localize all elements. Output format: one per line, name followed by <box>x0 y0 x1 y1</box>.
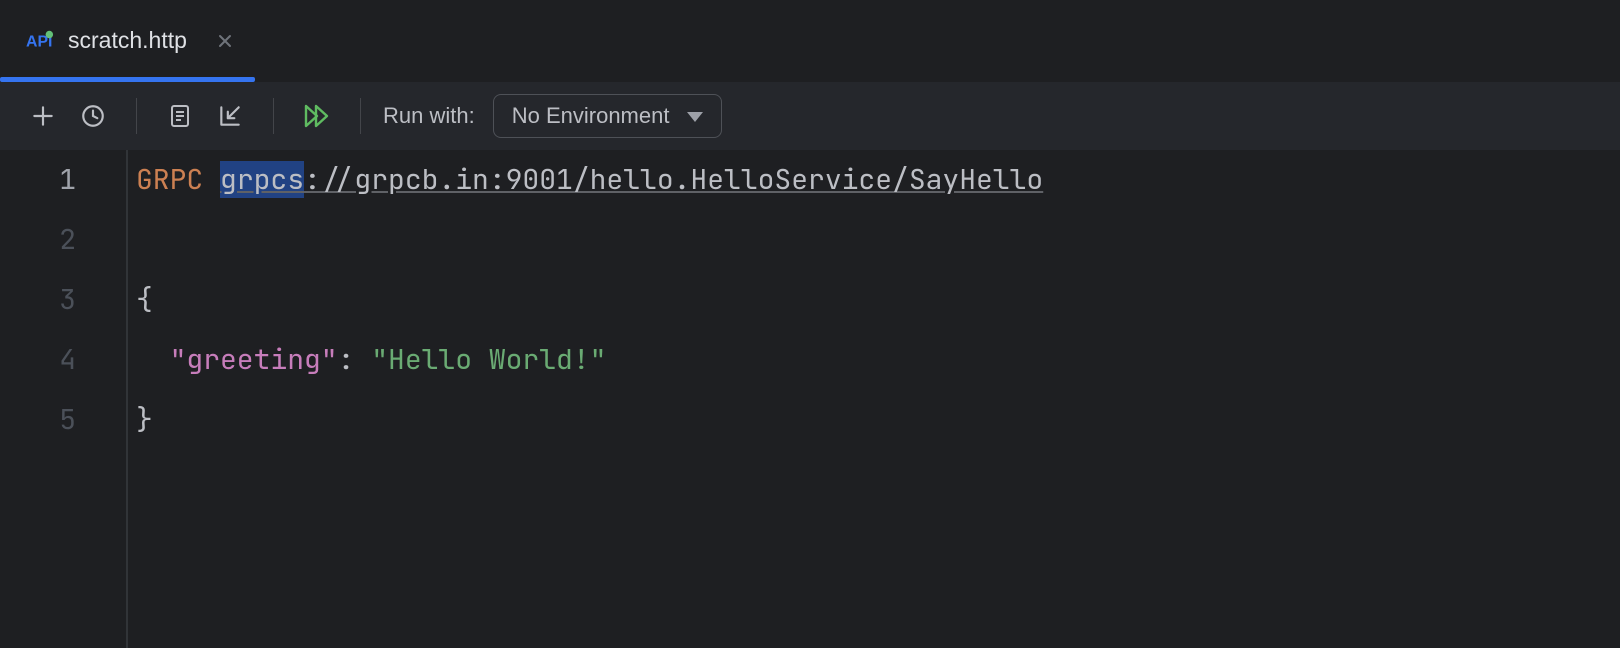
line-number: 2 <box>0 210 76 270</box>
toolbar-separator <box>273 98 274 134</box>
code-line[interactable]: } <box>136 390 1620 450</box>
line-number: 3 <box>0 270 76 330</box>
toolbar-separator <box>136 98 137 134</box>
line-number-gutter: 1 2 3 4 5 <box>0 150 128 648</box>
api-icon: API <box>26 30 54 52</box>
toolbar-separator <box>360 98 361 134</box>
environment-value: No Environment <box>512 103 670 129</box>
url-scheme-selection: grpcs <box>220 161 304 198</box>
run-with-label: Run with: <box>383 103 475 129</box>
editor-toolbar: Run with: No Environment <box>0 82 1620 150</box>
close-icon[interactable] <box>215 31 235 51</box>
line-number: 4 <box>0 330 76 390</box>
examples-button[interactable] <box>157 93 203 139</box>
json-key: "greeting" <box>170 341 338 378</box>
request-url: grpcs://grpcb.in:9001/hello.HelloService… <box>220 161 1043 198</box>
file-tab[interactable]: API scratch.http <box>0 0 255 81</box>
json-close-brace: } <box>136 401 153 438</box>
json-open-brace: { <box>136 281 153 318</box>
tab-filename: scratch.http <box>68 27 187 54</box>
request-method: GRPC <box>136 161 203 198</box>
url-rest: ://grpcb.in:9001/hello.HelloService/SayH… <box>304 161 1043 198</box>
chevron-down-icon <box>687 103 703 129</box>
run-all-button[interactable] <box>294 93 340 139</box>
code-line[interactable] <box>136 210 1620 270</box>
line-number: 5 <box>0 390 76 450</box>
code-editor[interactable]: 1 2 3 4 5 GRPC grpcs://grpcb.in:9001/hel… <box>0 150 1620 648</box>
code-line[interactable]: { <box>136 270 1620 330</box>
json-value: "Hello World!" <box>371 341 606 378</box>
tab-bar: API scratch.http <box>0 0 1620 82</box>
history-button[interactable] <box>70 93 116 139</box>
environment-dropdown[interactable]: No Environment <box>493 94 723 138</box>
import-button[interactable] <box>207 93 253 139</box>
code-area[interactable]: GRPC grpcs://grpcb.in:9001/hello.HelloSe… <box>128 150 1620 648</box>
code-line[interactable]: GRPC grpcs://grpcb.in:9001/hello.HelloSe… <box>136 150 1620 210</box>
line-number: 1 <box>0 150 76 210</box>
add-request-button[interactable] <box>20 93 66 139</box>
code-line[interactable]: "greeting": "Hello World!" <box>136 330 1620 390</box>
